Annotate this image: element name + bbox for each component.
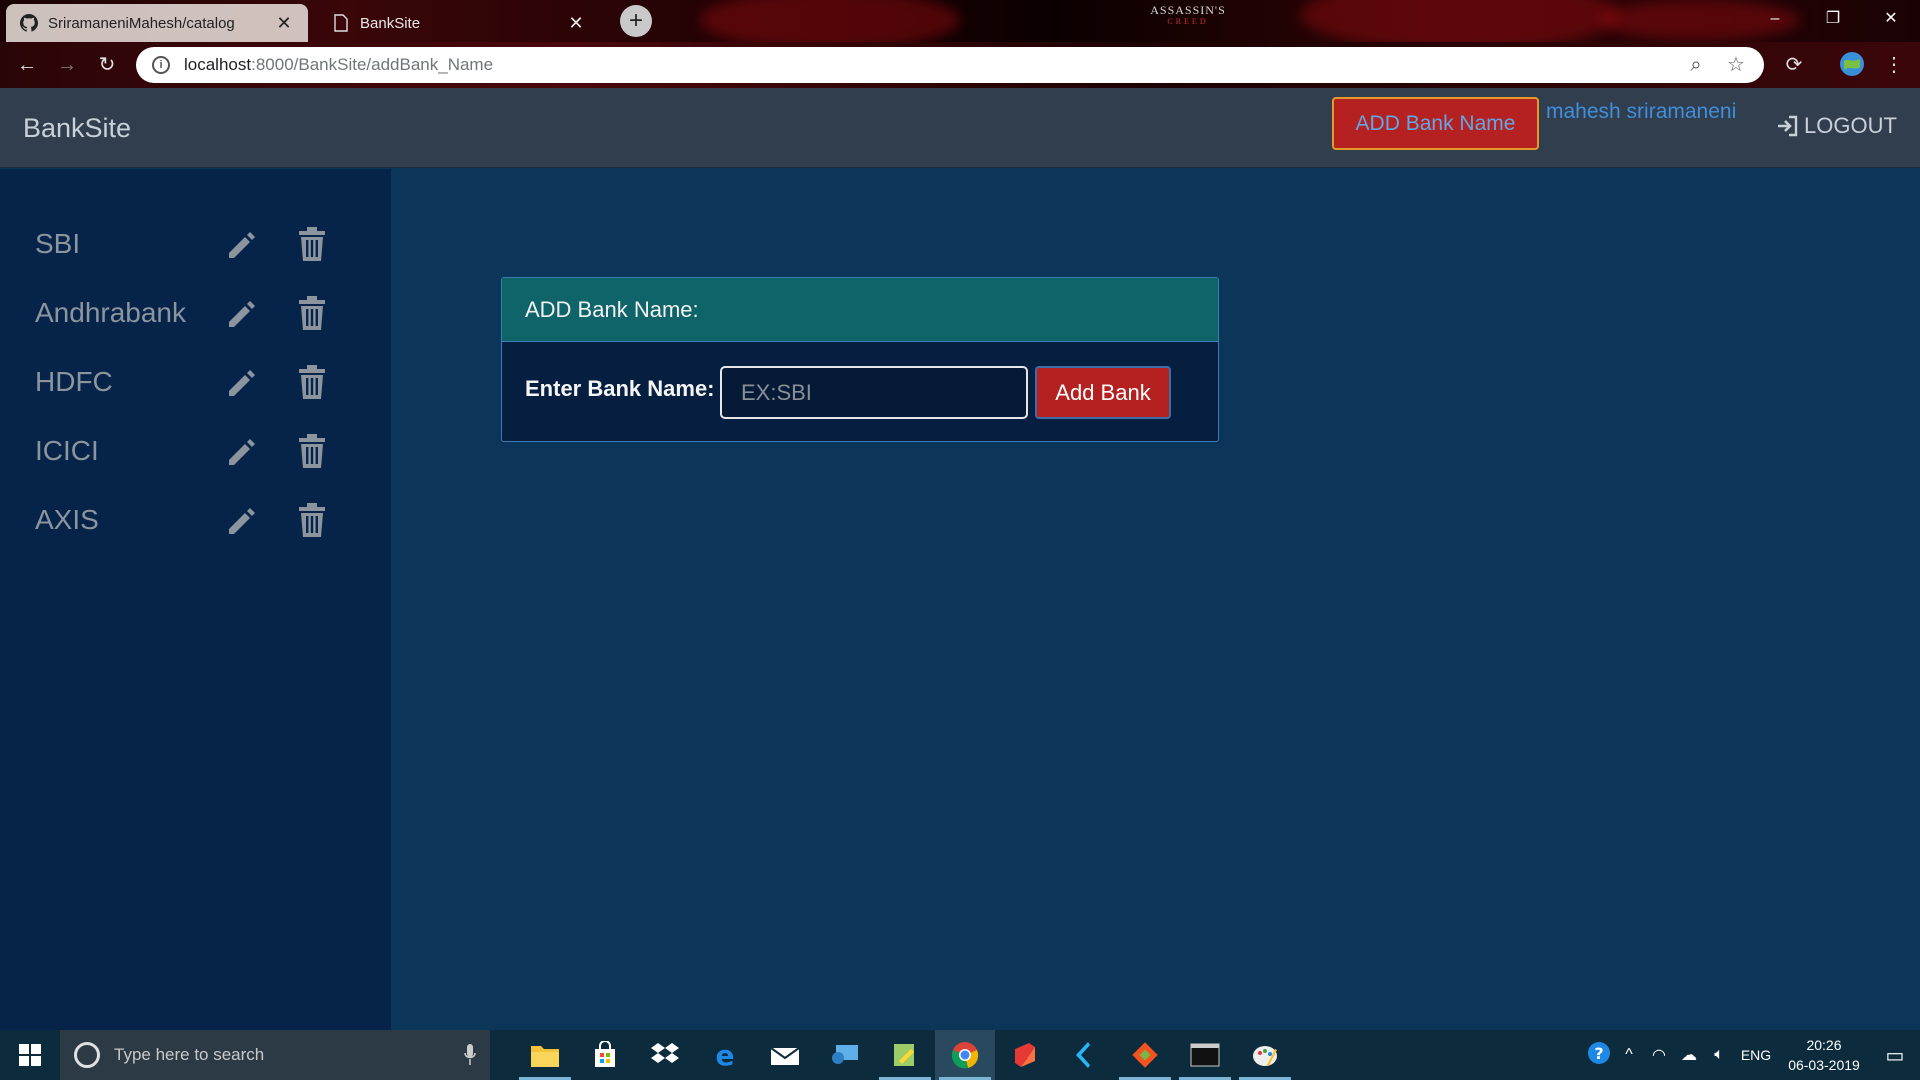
- bank-name-label: Enter Bank Name:: [525, 376, 715, 401]
- bank-list-item: ICICI: [0, 429, 391, 477]
- pencil-edit-icon[interactable]: [224, 504, 258, 538]
- bank-list-item: HDFC: [0, 360, 391, 408]
- bank-name-link[interactable]: Andhrabank: [35, 297, 186, 329]
- site-info-icon[interactable]: i: [152, 56, 170, 74]
- onedrive-cloud-icon[interactable]: ☁: [1674, 1045, 1704, 1065]
- close-window-icon[interactable]: ✕: [1862, 0, 1920, 38]
- tab-close-icon[interactable]: ✕: [274, 13, 294, 34]
- dropbox-icon[interactable]: [635, 1030, 695, 1080]
- extension-icon[interactable]: ⟳: [1780, 51, 1808, 79]
- clock-date: 06-03-2019: [1788, 1057, 1860, 1073]
- taskbar-search-box[interactable]: Type here to search: [60, 1030, 490, 1080]
- svg-text:?: ?: [1594, 1044, 1603, 1063]
- github-icon: [20, 14, 38, 32]
- windows-taskbar: Type here to search e ? ^ ◠ ☁ 🔈︎ ENG 20:…: [0, 1030, 1920, 1080]
- notification-center-icon[interactable]: ▭: [1870, 1043, 1920, 1068]
- notepad-plus-icon[interactable]: [875, 1030, 935, 1080]
- microphone-icon[interactable]: [464, 1044, 476, 1066]
- profile-avatar-icon[interactable]: [1838, 51, 1866, 79]
- trash-delete-icon[interactable]: [296, 226, 328, 262]
- svg-text:e: e: [716, 1041, 735, 1069]
- chevron-up-icon[interactable]: ^: [1614, 1046, 1644, 1064]
- office-icon[interactable]: [995, 1030, 1055, 1080]
- language-indicator[interactable]: ENG: [1734, 1047, 1778, 1063]
- bank-sidebar: SBI Andhrabank HDFC ICICI AXIS: [0, 169, 391, 1030]
- tab-close-icon[interactable]: ✕: [566, 13, 586, 34]
- window-controls: – ❐ ✕: [1746, 0, 1920, 38]
- logout-link[interactable]: LOGOUT: [1776, 113, 1897, 139]
- windows-start-icon[interactable]: [0, 1030, 60, 1080]
- bank-name-input[interactable]: [720, 366, 1028, 419]
- tab-title: SriramaneniMahesh/catalog: [48, 14, 235, 32]
- trash-delete-icon[interactable]: [296, 295, 328, 331]
- visual-studio-code-icon[interactable]: [1055, 1030, 1115, 1080]
- document-icon: [332, 14, 350, 32]
- file-explorer-icon[interactable]: [515, 1030, 575, 1080]
- forward-arrow-icon[interactable]: →: [52, 50, 82, 80]
- trash-delete-icon[interactable]: [296, 364, 328, 400]
- trash-delete-icon[interactable]: [296, 433, 328, 469]
- help-icon[interactable]: ?: [1584, 1040, 1614, 1071]
- store-icon[interactable]: [575, 1030, 635, 1080]
- maximize-icon[interactable]: ❐: [1804, 0, 1862, 38]
- paint-icon[interactable]: [1235, 1030, 1295, 1080]
- search-placeholder: Type here to search: [114, 1045, 265, 1064]
- pencil-edit-icon[interactable]: [224, 228, 258, 262]
- git-icon[interactable]: [1115, 1030, 1175, 1080]
- wifi-icon[interactable]: ◠: [1644, 1045, 1674, 1065]
- wallpaper-logo: ASSASSIN'S CREED: [1148, 4, 1228, 38]
- add-bank-card: ADD Bank Name: Enter Bank Name: Add Bank: [501, 277, 1219, 442]
- volume-icon[interactable]: 🔈︎: [1704, 1046, 1734, 1064]
- logout-label: LOGOUT: [1804, 113, 1897, 138]
- cortana-icon: [74, 1042, 100, 1068]
- bank-name-link[interactable]: HDFC: [35, 366, 113, 398]
- pencil-edit-icon[interactable]: [224, 435, 258, 469]
- user-name-link[interactable]: mahesh sriramaneni: [1546, 100, 1736, 124]
- remote-desktop-icon[interactable]: [815, 1030, 875, 1080]
- system-tray: ? ^ ◠ ☁ 🔈︎ ENG 20:26 06-03-2019 ▭: [1584, 1030, 1920, 1080]
- pencil-edit-icon[interactable]: [224, 366, 258, 400]
- browser-toolbar: ← → ↻ i localhost:8000/BankSite/addBank_…: [0, 42, 1920, 88]
- wallpaper-logo-text: ASSASSIN'S: [1150, 3, 1226, 17]
- trash-delete-icon[interactable]: [296, 502, 328, 538]
- bank-list-item: Andhrabank: [0, 291, 391, 339]
- tab-title: BankSite: [360, 14, 421, 32]
- edge-browser-icon[interactable]: e: [695, 1030, 755, 1080]
- minimize-icon[interactable]: –: [1746, 0, 1804, 38]
- reload-icon[interactable]: ↻: [92, 50, 122, 80]
- chrome-icon[interactable]: [935, 1030, 995, 1080]
- add-bank-button[interactable]: Add Bank: [1035, 366, 1171, 419]
- browser-tab-banksite[interactable]: BankSite ✕: [318, 4, 600, 42]
- browser-tab-catalog[interactable]: SriramaneniMahesh/catalog ✕: [6, 4, 308, 42]
- taskbar-clock[interactable]: 20:26 06-03-2019: [1778, 1035, 1870, 1075]
- bank-name-link[interactable]: AXIS: [35, 504, 99, 536]
- add-bank-name-button[interactable]: ADD Bank Name: [1332, 97, 1539, 150]
- browser-menu-icon[interactable]: ⋮: [1880, 51, 1908, 79]
- logout-icon: [1778, 115, 1798, 137]
- url-host: localhost: [184, 55, 252, 74]
- brand-link[interactable]: BankSite: [23, 113, 131, 144]
- bank-list-item: AXIS: [0, 498, 391, 546]
- bank-name-link[interactable]: ICICI: [35, 435, 99, 467]
- pencil-edit-icon[interactable]: [224, 297, 258, 331]
- terminal-icon[interactable]: [1175, 1030, 1235, 1080]
- app-navbar: BankSite ADD Bank Name mahesh sriramanen…: [0, 88, 1920, 168]
- bank-list-item: SBI: [0, 222, 391, 270]
- browser-tab-strip: SriramaneniMahesh/catalog ✕ BankSite ✕ +…: [0, 0, 1920, 42]
- bank-name-link[interactable]: SBI: [35, 228, 80, 260]
- add-bank-form: Enter Bank Name: Add Bank: [502, 342, 1218, 442]
- new-tab-button[interactable]: +: [620, 5, 652, 37]
- bookmark-star-icon[interactable]: ☆: [1724, 53, 1748, 77]
- card-header: ADD Bank Name:: [502, 278, 1218, 342]
- mail-icon[interactable]: [755, 1030, 815, 1080]
- back-arrow-icon[interactable]: ←: [12, 50, 42, 80]
- wallpaper-logo-subtext: CREED: [1167, 17, 1209, 26]
- url-path: :8000/BankSite/addBank_Name: [251, 55, 494, 74]
- address-bar[interactable]: i localhost:8000/BankSite/addBank_Name ⌕…: [136, 47, 1764, 83]
- clock-time: 20:26: [1806, 1037, 1842, 1053]
- zoom-icon[interactable]: ⌕: [1684, 53, 1708, 77]
